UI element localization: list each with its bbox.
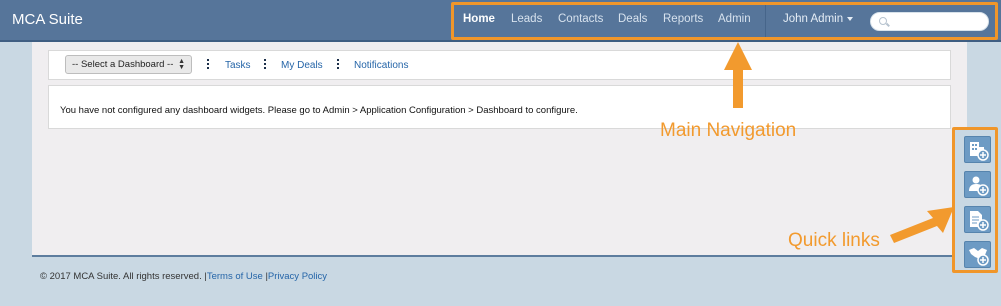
quick-links-label: Quick links: [788, 230, 880, 251]
quick-links-arrow-icon: [890, 207, 954, 243]
kebab-icon[interactable]: [207, 59, 209, 70]
add-deal-icon: [969, 248, 989, 266]
main-navigation-highlight: [451, 2, 998, 40]
quick-links-panel: [952, 127, 998, 273]
select-arrows-icon: ▲ ▼: [178, 58, 185, 71]
kebab-icon[interactable]: [337, 59, 339, 70]
page-footer: © 2017 MCA Suite. All rights reserved. |…: [40, 271, 327, 282]
dashboard-content: You have not configured any dashboard wi…: [48, 85, 951, 129]
nav-arrow-icon: [724, 42, 752, 108]
dashboard-toolbar: -- Select a Dashboard -- ▲ ▼ Tasks My Dea…: [48, 50, 951, 80]
add-contact-button[interactable]: [964, 171, 991, 198]
add-deal-button[interactable]: [964, 241, 991, 268]
add-company-button[interactable]: [964, 136, 991, 163]
no-widgets-message: You have not configured any dashboard wi…: [60, 105, 578, 116]
dashboard-select-value: -- Select a Dashboard --: [72, 59, 174, 70]
top-navbar: MCA Suite Home Leads Contacts Deals Repo…: [0, 0, 1001, 42]
add-document-button[interactable]: [964, 206, 991, 233]
tasks-link[interactable]: Tasks: [225, 60, 251, 71]
add-document-icon: [970, 211, 989, 231]
copyright-text: © 2017 MCA Suite. All rights reserved.: [40, 271, 202, 282]
app-brand[interactable]: MCA Suite: [12, 11, 83, 28]
privacy-link[interactable]: Privacy Policy: [268, 271, 327, 282]
terms-link[interactable]: Terms of Use: [207, 271, 263, 282]
main-container: -- Select a Dashboard -- ▲ ▼ Tasks My Dea…: [32, 42, 967, 257]
add-company-icon: [970, 142, 989, 161]
kebab-icon[interactable]: [264, 59, 266, 70]
notifications-link[interactable]: Notifications: [354, 60, 408, 71]
my-deals-link[interactable]: My Deals: [281, 60, 323, 71]
add-contact-icon: [969, 176, 989, 196]
dashboard-select[interactable]: -- Select a Dashboard -- ▲ ▼: [65, 55, 192, 74]
main-navigation-label: Main Navigation: [660, 120, 797, 141]
